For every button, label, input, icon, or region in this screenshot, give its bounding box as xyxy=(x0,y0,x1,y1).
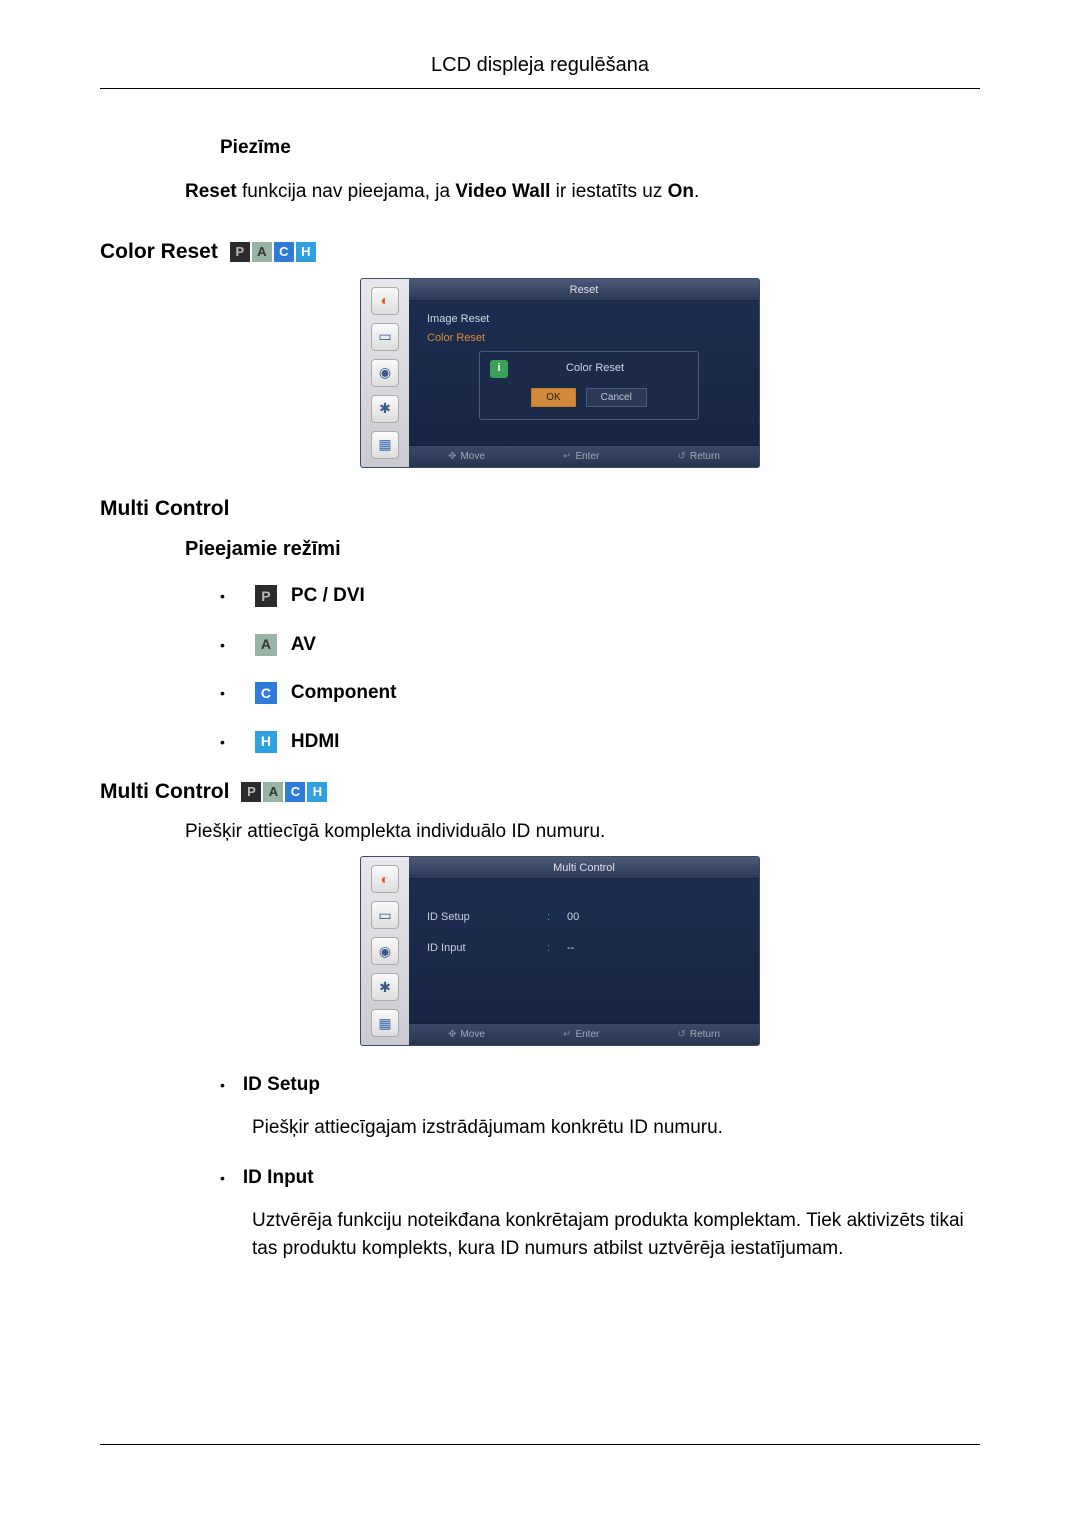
av-icon: A xyxy=(263,782,283,802)
osd-row-sep: : xyxy=(547,909,567,926)
desc-item-id-setup: ID Setup Piešķir attiecīgajam izstrādāju… xyxy=(220,1071,980,1142)
move-icon: ✥ xyxy=(448,449,456,464)
mode-label: AV xyxy=(291,631,316,660)
osd-row-id-setup: ID Setup : 00 xyxy=(427,909,741,926)
desc-item-title: ID Input xyxy=(220,1164,980,1193)
note-mid2: ir iestatīts uz xyxy=(550,181,667,202)
mode-icons-group: P A C H xyxy=(230,242,316,262)
osd-tab-multi-icon: ▦ xyxy=(371,431,399,459)
osd-row-value: 00 xyxy=(567,909,579,926)
bullet-icon xyxy=(220,679,241,708)
footer-divider xyxy=(100,1444,980,1445)
osd-row-label: ID Input xyxy=(427,940,547,957)
enter-icon: ↵ xyxy=(563,1027,571,1042)
osd-tab-setup-icon: ✱ xyxy=(371,973,399,1001)
osd-tab-input-icon: ▭ xyxy=(371,323,399,351)
osd-tab-input-icon: ▭ xyxy=(371,901,399,929)
return-icon: ↺ xyxy=(677,1027,685,1042)
video-wall-word: Video Wall xyxy=(455,181,550,202)
multi-control-heading-text: Multi Control xyxy=(100,493,229,525)
mode-icons-group: P A C H xyxy=(241,782,327,802)
multi-control-detail-heading: Multi Control P A C H xyxy=(100,776,980,808)
hdmi-icon: H xyxy=(307,782,327,802)
note-end: . xyxy=(694,181,699,202)
desc-item-id-input: ID Input Uztvērēja funkciju noteikđana k… xyxy=(220,1164,980,1264)
osd-footer: ✥ Move ↵ Enter ↺ Return xyxy=(409,445,759,467)
mode-label: Component xyxy=(291,679,397,708)
osd-title: Multi Control xyxy=(409,857,759,879)
modes-list: P PC / DVI A AV C Component H HDMI xyxy=(220,582,980,756)
component-icon: C xyxy=(285,782,305,802)
enter-icon: ↵ xyxy=(563,449,571,464)
osd-tab-multi-icon: ▦ xyxy=(371,1009,399,1037)
osd-footer: ✥ Move ↵ Enter ↺ Return xyxy=(409,1023,759,1045)
mode-item-av: A AV xyxy=(220,631,980,660)
note-text: Reset funkcija nav pieejama, ja Video Wa… xyxy=(185,178,980,207)
desc-item-body: Piešķir attiecīgajam izstrādājumam konkr… xyxy=(252,1114,980,1143)
return-icon: ↺ xyxy=(677,449,685,464)
osd-row-sep: : xyxy=(547,940,567,957)
osd-title: Reset xyxy=(409,279,759,301)
return-label: Return xyxy=(690,1027,720,1042)
pc-dvi-icon: P xyxy=(230,242,250,262)
osd-sidebar: ◐ ▭ ◉ ✱ ▦ xyxy=(361,857,409,1045)
component-icon: C xyxy=(274,242,294,262)
osd-confirm-dialog: i Color Reset OK Cancel xyxy=(479,351,699,420)
multi-control-desc-list: ID Setup Piešķir attiecīgajam izstrādāju… xyxy=(220,1071,980,1264)
color-reset-osd: ◐ ▭ ◉ ✱ ▦ Reset Image Reset Color Reset … xyxy=(360,278,760,468)
mode-label: HDMI xyxy=(291,728,340,757)
av-icon: A xyxy=(252,242,272,262)
osd-tab-sound-icon: ◉ xyxy=(371,359,399,387)
mode-item-hdmi: H HDMI xyxy=(220,728,980,757)
osd-tab-picture-icon: ◐ xyxy=(371,865,399,893)
cancel-button[interactable]: Cancel xyxy=(586,388,647,407)
multi-control-heading: Multi Control xyxy=(100,493,980,525)
multi-control-desc: Piešķir attiecīgā komplekta individuālo … xyxy=(185,818,980,847)
hdmi-icon: H xyxy=(255,731,277,753)
mode-item-pc-dvi: P PC / DVI xyxy=(220,582,980,611)
mode-item-component: C Component xyxy=(220,679,980,708)
pc-dvi-icon: P xyxy=(255,585,277,607)
pc-dvi-icon: P xyxy=(241,782,261,802)
bullet-icon xyxy=(220,631,241,660)
info-icon: i xyxy=(490,360,508,378)
mode-label: PC / DVI xyxy=(291,582,365,611)
move-label: Move xyxy=(460,449,484,464)
color-reset-heading-text: Color Reset xyxy=(100,236,218,268)
osd-row-value: -- xyxy=(567,940,574,957)
osd-tab-setup-icon: ✱ xyxy=(371,395,399,423)
bullet-icon xyxy=(220,728,241,757)
osd-item-color-reset: Color Reset xyxy=(427,330,741,347)
desc-item-title: ID Setup xyxy=(220,1071,980,1100)
av-icon: A xyxy=(255,634,277,656)
return-label: Return xyxy=(690,449,720,464)
note-mid: funkcija nav pieejama, ja xyxy=(237,181,456,202)
ok-button[interactable]: OK xyxy=(531,388,575,407)
osd-item-image-reset: Image Reset xyxy=(427,311,741,328)
move-label: Move xyxy=(460,1027,484,1042)
osd-tab-picture-icon: ◐ xyxy=(371,287,399,315)
osd-dialog-title: Color Reset xyxy=(566,360,624,377)
available-modes-heading: Pieejamie režīmi xyxy=(185,534,980,564)
component-icon: C xyxy=(255,682,277,704)
bullet-icon xyxy=(220,582,241,611)
move-icon: ✥ xyxy=(448,1027,456,1042)
color-reset-heading: Color Reset P A C H xyxy=(100,236,980,268)
hdmi-icon: H xyxy=(296,242,316,262)
note-heading: Piezīme xyxy=(220,134,980,163)
reset-word: Reset xyxy=(185,181,237,202)
osd-sidebar: ◐ ▭ ◉ ✱ ▦ xyxy=(361,279,409,467)
multi-control-detail-heading-text: Multi Control xyxy=(100,776,229,808)
on-word: On xyxy=(668,181,694,202)
osd-row-label: ID Setup xyxy=(427,909,547,926)
osd-tab-sound-icon: ◉ xyxy=(371,937,399,965)
osd-row-id-input: ID Input : -- xyxy=(427,940,741,957)
enter-label: Enter xyxy=(575,1027,599,1042)
page-title: LCD displeja regulēšana xyxy=(100,50,980,89)
multi-control-osd: ◐ ▭ ◉ ✱ ▦ Multi Control ID Setup : 00 ID… xyxy=(360,856,760,1046)
desc-item-body: Uztvērēja funkciju noteikđana konkrētaja… xyxy=(252,1207,980,1264)
enter-label: Enter xyxy=(575,449,599,464)
